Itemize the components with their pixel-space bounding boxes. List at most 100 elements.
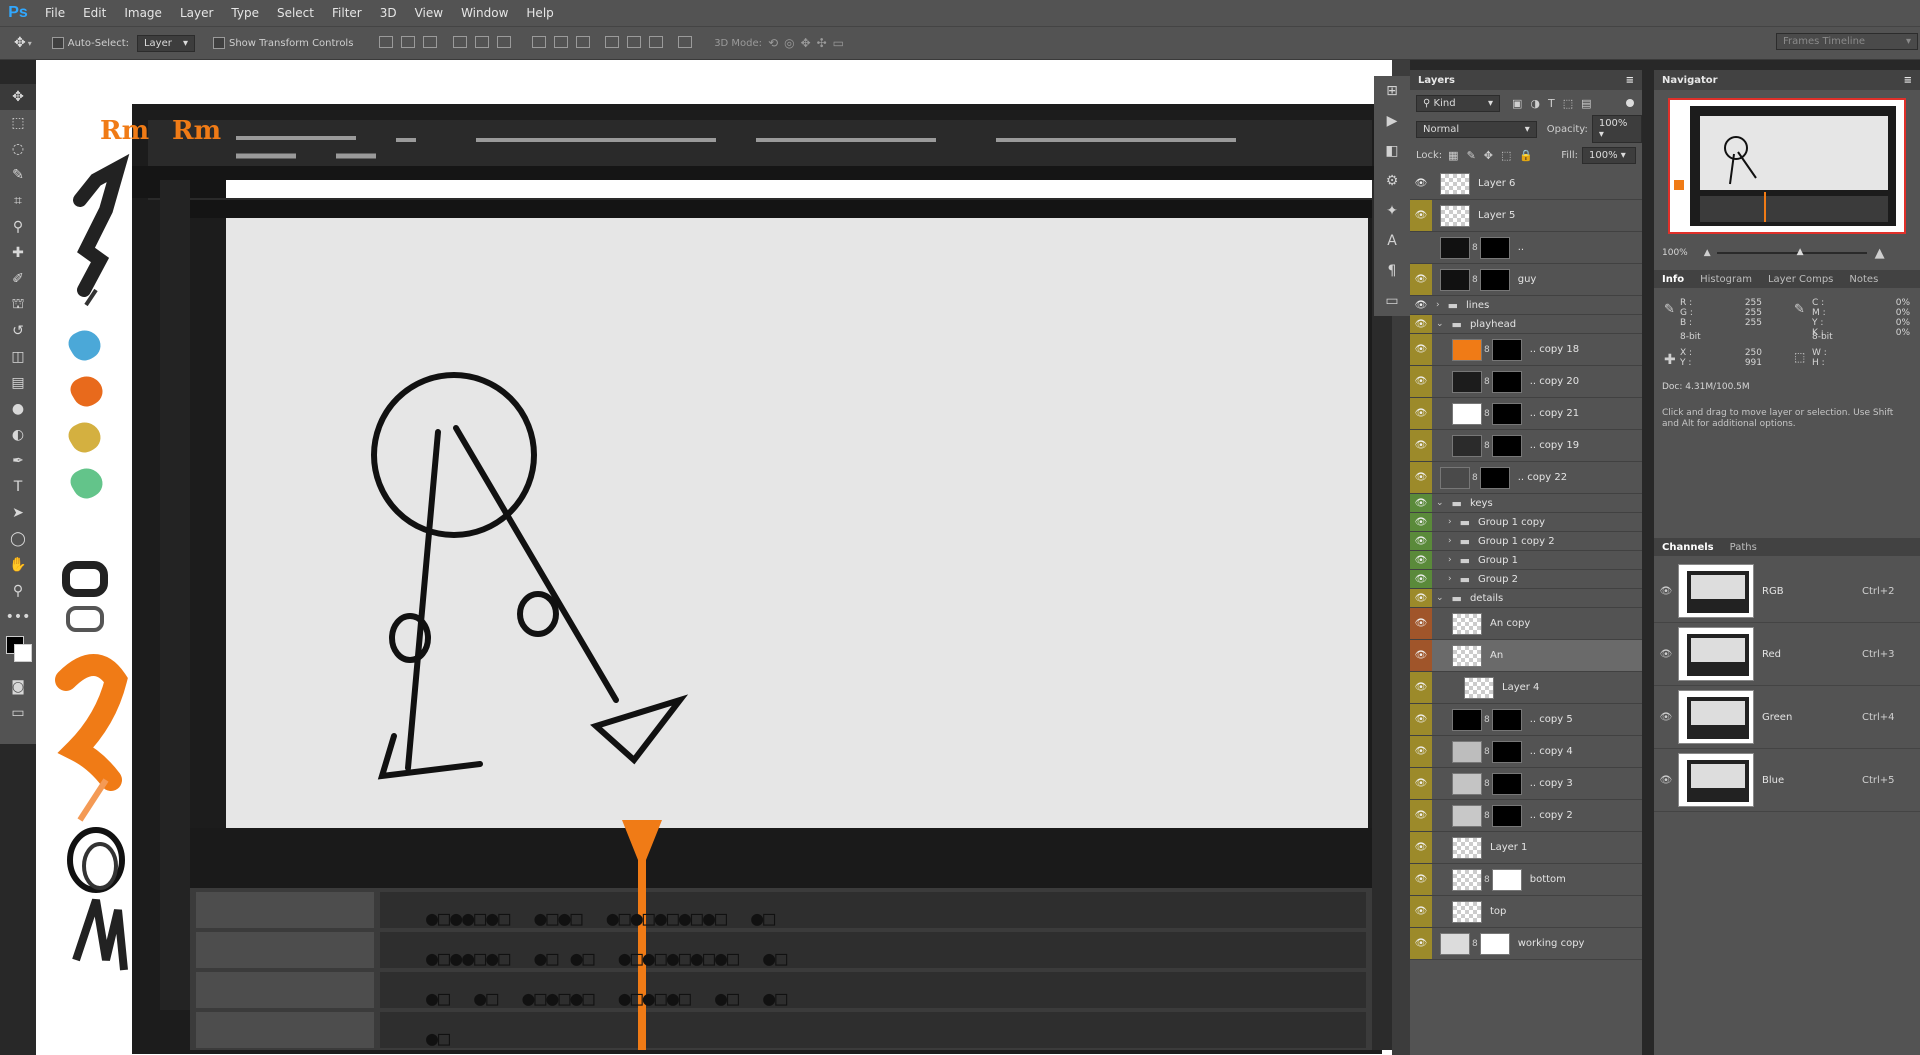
eye-icon[interactable]: 👁 xyxy=(1654,586,1678,597)
layer-row[interactable]: 👁 8 .. copy 21 xyxy=(1410,398,1642,430)
layer-mask-thumbnail[interactable] xyxy=(1479,236,1510,259)
path-select-tool-icon[interactable]: ➤ xyxy=(0,500,36,526)
type-tool-icon[interactable]: T xyxy=(0,474,36,500)
layer-mask-thumbnail[interactable] xyxy=(1479,466,1510,489)
eye-icon[interactable]: 👁 xyxy=(1410,768,1432,799)
layer-mask-thumbnail[interactable] xyxy=(1491,708,1522,731)
eye-icon[interactable]: 👁 xyxy=(1410,551,1432,569)
shape-tool-icon[interactable]: ◯ xyxy=(0,526,36,552)
gradient-tool-icon[interactable]: ▤ xyxy=(0,370,36,396)
screen-mode-icon[interactable]: ▭ xyxy=(0,700,36,726)
more-tools-icon[interactable]: ••• xyxy=(0,604,36,630)
distribute-middle-icon[interactable] xyxy=(553,35,568,48)
distribute-top-icon[interactable] xyxy=(531,35,546,48)
panel-menu-icon[interactable]: ≡ xyxy=(1626,75,1634,86)
eye-icon[interactable]: 👁 xyxy=(1410,532,1432,550)
eye-icon[interactable]: 👁 xyxy=(1654,712,1678,723)
layer-row[interactable]: 👁 Layer 1 xyxy=(1410,832,1642,864)
quick-mask-icon[interactable]: ◙ xyxy=(0,674,36,700)
eye-icon[interactable]: 👁 xyxy=(1410,462,1432,493)
lasso-tool-icon[interactable]: ◌ xyxy=(0,136,36,162)
eyedropper-tool-icon[interactable]: ⚲ xyxy=(0,214,36,240)
eye-icon[interactable]: 👁 xyxy=(1410,398,1432,429)
menu-edit[interactable]: Edit xyxy=(74,6,115,20)
layer-row[interactable]: 👁 8 .. copy 18 xyxy=(1410,334,1642,366)
layer-row[interactable]: 👁 An xyxy=(1410,640,1642,672)
brush-presets-icon[interactable]: ✦ xyxy=(1374,196,1410,226)
menu-window[interactable]: Window xyxy=(452,6,517,20)
link-icon[interactable]: 8 xyxy=(1484,747,1490,757)
zoom-slider-handle[interactable]: ▲ xyxy=(1797,247,1804,257)
eye-icon[interactable]: 👁 xyxy=(1410,928,1432,959)
filter-toggle-icon[interactable] xyxy=(1626,99,1634,107)
auto-align-icon[interactable] xyxy=(678,35,693,48)
eye-icon[interactable]: 👁 xyxy=(1410,864,1432,895)
eraser-tool-icon[interactable]: ◫ xyxy=(0,344,36,370)
menu-3d[interactable]: 3D xyxy=(371,6,406,20)
layer-row[interactable]: 👁 › ▬ Group 2 xyxy=(1410,570,1642,589)
timeline-icon[interactable]: ▭ xyxy=(1374,286,1410,316)
menu-image[interactable]: Image xyxy=(115,6,171,20)
workspace-switcher[interactable]: Frames Timeline ▾ xyxy=(1776,33,1918,50)
quick-select-tool-icon[interactable]: ✎ xyxy=(0,162,36,188)
layer-row[interactable]: 👁 8 guy xyxy=(1410,264,1642,296)
navigator-tab[interactable]: Navigator ≡ xyxy=(1654,70,1920,90)
link-icon[interactable]: 8 xyxy=(1484,875,1490,885)
link-icon[interactable]: 8 xyxy=(1472,275,1478,285)
eye-icon[interactable]: 👁 xyxy=(1410,832,1432,863)
channel-row[interactable]: 👁 Blue Ctrl+5 xyxy=(1654,749,1920,812)
panel-menu-icon[interactable]: ≡ xyxy=(1904,75,1912,86)
crop-tool-icon[interactable]: ⌗ xyxy=(0,188,36,214)
fill-field[interactable]: 100% ▾ xyxy=(1582,146,1636,164)
layer-row[interactable]: 👁 8 .. copy 4 xyxy=(1410,736,1642,768)
link-icon[interactable]: 8 xyxy=(1484,715,1490,725)
layer-row[interactable]: 8.. xyxy=(1410,232,1642,264)
link-icon[interactable]: 8 xyxy=(1484,779,1490,789)
kind-filter-dropdown[interactable]: ⚲ Kind ▾ xyxy=(1416,94,1500,112)
properties-icon[interactable]: ⚙ xyxy=(1374,166,1410,196)
distribute-left-icon[interactable] xyxy=(605,35,619,48)
chevron-right-icon[interactable]: › xyxy=(1448,517,1452,527)
eye-icon[interactable]: 👁 xyxy=(1410,736,1432,767)
chevron-right-icon[interactable]: › xyxy=(1448,555,1452,565)
layer-row[interactable]: 👁 › ▬ Group 1 xyxy=(1410,551,1642,570)
distribute-right-icon[interactable] xyxy=(649,35,663,48)
tab-info[interactable]: Info xyxy=(1654,274,1692,285)
eye-icon[interactable]: 👁 xyxy=(1410,366,1432,397)
align-middle-icon[interactable] xyxy=(401,35,416,48)
layer-row[interactable]: 👁 An copy xyxy=(1410,608,1642,640)
auto-select-dropdown[interactable]: Layer ▾ xyxy=(136,34,195,52)
zoom-in-icon[interactable]: ▲ xyxy=(1875,246,1885,261)
pen-tool-icon[interactable]: ✒ xyxy=(0,448,36,474)
filter-type-icons[interactable]: ▣◑T⬚▤ xyxy=(1512,97,1600,110)
eye-icon[interactable]: 👁 xyxy=(1410,264,1432,295)
layer-row[interactable]: 👁 ⌄ ▬ keys xyxy=(1410,494,1642,513)
layer-mask-thumbnail[interactable] xyxy=(1479,932,1510,955)
chevron-right-icon[interactable]: › xyxy=(1448,536,1452,546)
align-top-icon[interactable] xyxy=(379,35,394,48)
layer-row[interactable]: 👁 › ▬ Group 1 copy xyxy=(1410,513,1642,532)
layer-row[interactable]: 👁 8 .. copy 20 xyxy=(1410,366,1642,398)
align-bottom-icon[interactable] xyxy=(423,35,438,48)
align-center-icon[interactable] xyxy=(474,35,489,48)
layer-row[interactable]: 👁 8 .. copy 2 xyxy=(1410,800,1642,832)
menu-select[interactable]: Select xyxy=(268,6,323,20)
eye-icon[interactable]: 👁 xyxy=(1410,296,1432,314)
link-icon[interactable]: 8 xyxy=(1484,377,1490,387)
distribute-bottom-icon[interactable] xyxy=(575,35,590,48)
chevron-right-icon[interactable]: › xyxy=(1448,574,1452,584)
layer-row[interactable]: 👁 ⌄ ▬ playhead xyxy=(1410,315,1642,334)
layer-row[interactable]: 👁 8 working copy xyxy=(1410,928,1642,960)
layer-row[interactable]: 👁 top xyxy=(1410,896,1642,928)
hand-tool-icon[interactable]: ✋ xyxy=(0,552,36,578)
chevron-down-icon[interactable]: ▾ xyxy=(28,39,32,48)
move-tool-icon[interactable]: ✥ xyxy=(0,84,36,110)
navigator-preview[interactable] xyxy=(1668,98,1906,234)
3d-mode-icons[interactable]: ⟲◎✥✣▭ xyxy=(768,36,850,50)
zoom-slider[interactable]: ▲ xyxy=(1716,247,1867,257)
layer-row[interactable]: 👁 Layer 4 xyxy=(1410,672,1642,704)
link-icon[interactable]: 8 xyxy=(1484,409,1490,419)
actions-icon[interactable]: ▶ xyxy=(1374,106,1410,136)
layer-mask-thumbnail[interactable] xyxy=(1491,804,1522,827)
layer-row[interactable]: 👁 Layer 5 xyxy=(1410,200,1642,232)
